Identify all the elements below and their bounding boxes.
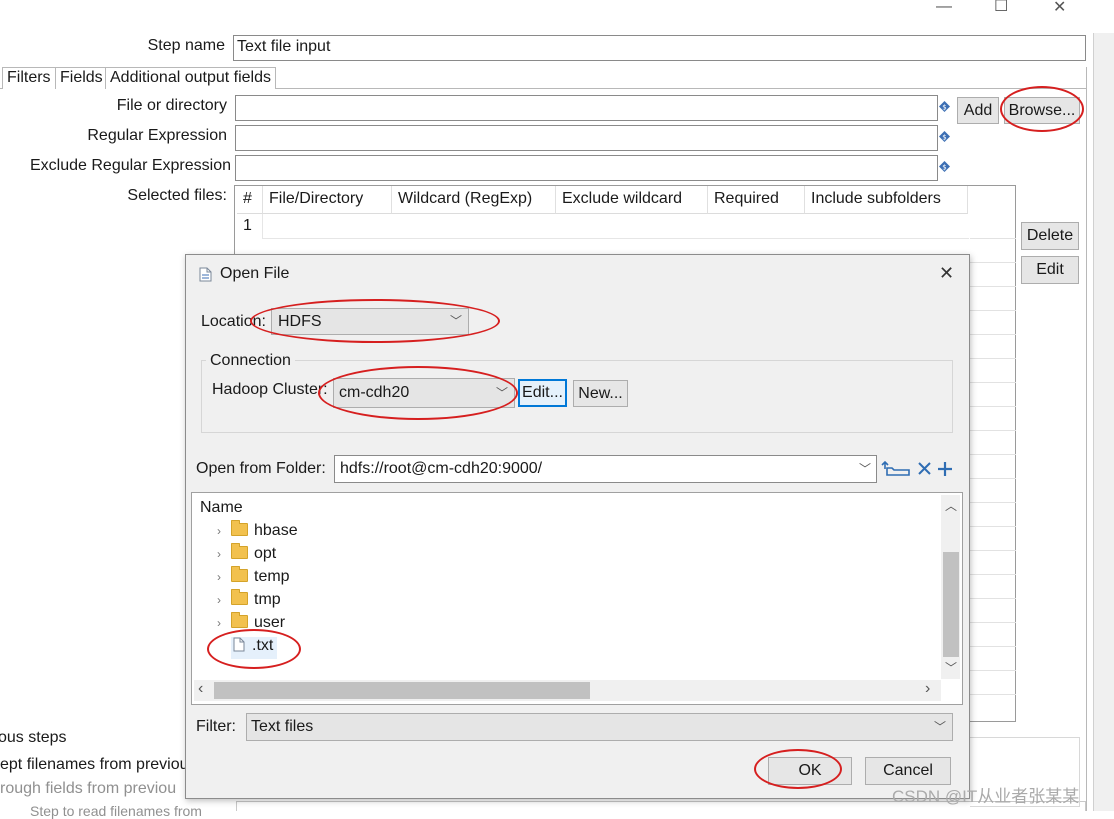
edit-button[interactable]: Edit [1021,256,1079,284]
up-folder-icon[interactable] [881,459,911,478]
vertical-scroll-thumb[interactable] [943,552,959,657]
hadoop-cluster-select[interactable]: cm-cdh20 ﹀ [333,378,515,408]
tree-item-folder[interactable]: › user [217,612,286,636]
delete-icon[interactable] [917,461,932,476]
chevron-down-icon: ﹀ [933,720,946,734]
ok-button[interactable]: OK [768,757,852,785]
chevron-down-icon: ﹀ [449,314,462,328]
outer-scroll-area [1093,33,1114,811]
watermark: CSDN @IT从业者张某某 [892,787,1080,806]
tab-additional-output-fields[interactable]: Additional output fields [105,67,276,89]
add-folder-icon[interactable] [937,461,953,477]
folder-icon [231,566,248,582]
row-number: 1 [243,217,252,234]
tab-fields[interactable]: Fields [55,67,108,89]
cluster-edit-button[interactable]: Edit... [518,379,567,407]
tree-item-file[interactable]: .txt [231,637,278,659]
svg-text:$: $ [942,164,946,172]
horizontal-scroll-thumb[interactable] [214,682,590,699]
location-value: HDFS [278,313,322,330]
browse-button[interactable]: Browse... [1004,97,1080,124]
filter-select[interactable]: Text files ﹀ [246,713,953,741]
regex-label: Regular Expression [87,127,227,144]
svg-text:$: $ [942,104,946,112]
folder-path-input[interactable]: hdfs://root@cm-cdh20:9000/ ﹀ [334,455,877,483]
folder-icon [231,589,248,605]
folder-path-value: hdfs://root@cm-cdh20:9000/ [340,460,543,477]
column-header[interactable]: # [237,186,263,214]
variable-icon[interactable]: $ [939,101,950,112]
column-header[interactable]: Required [707,186,804,214]
tree-name-header[interactable]: Name [200,499,243,517]
tree-item-folder[interactable]: › tmp [217,589,281,613]
scroll-left-icon[interactable]: ‹ [198,680,203,698]
exclude-regex-input[interactable] [235,155,938,181]
step-to-read-label: Step to read filenames from [30,803,202,819]
table-row[interactable] [262,214,969,239]
previous-steps-group-label: ous steps [0,729,67,746]
step-name-label: Step name [147,37,225,54]
filter-value: Text files [251,718,314,735]
location-select[interactable]: HDFS ﹀ [271,308,469,335]
tree-item-label: tmp [254,591,281,608]
scroll-up-icon[interactable]: ︿ [945,497,957,514]
tree-item-label: user [254,614,286,631]
chevron-right-icon[interactable]: › [217,593,231,607]
variable-icon[interactable]: $ [939,161,950,172]
file-icon [199,267,212,282]
column-header[interactable]: Include subfolders [804,186,968,214]
chevron-right-icon[interactable]: › [217,524,231,538]
hadoop-cluster-label: Hadoop Cluster: [212,381,328,398]
step-name-input[interactable]: Text file input [233,35,1086,61]
location-label: Location: [201,313,266,330]
tree-item-label: temp [254,568,290,585]
column-header[interactable]: File/Directory [262,186,391,214]
file-icon [233,637,245,652]
connection-legend: Connection [206,352,295,370]
chevron-right-icon[interactable]: › [217,547,231,561]
exclude-regex-label: Exclude Regular Expression [30,157,231,174]
chevron-down-icon[interactable]: ﹀ [859,460,871,477]
maximize-button[interactable]: ☐ [994,0,1008,16]
svg-text:$: $ [942,134,946,142]
chevron-down-icon: ﹀ [495,386,508,400]
tree-item-label: opt [254,545,277,562]
folder-icon [231,612,248,628]
chevron-right-icon[interactable]: › [217,570,231,584]
file-or-directory-label: File or directory [116,97,227,114]
tree-item-folder[interactable]: › temp [217,566,290,590]
folder-icon [231,520,248,536]
scroll-down-icon[interactable]: ﹀ [945,659,957,676]
file-or-directory-input[interactable] [235,95,938,121]
cancel-button[interactable]: Cancel [865,757,951,785]
scroll-right-icon[interactable]: › [925,680,930,698]
regex-input[interactable] [235,125,938,151]
delete-button[interactable]: Delete [1021,222,1079,250]
tree-item-label: .txt [252,637,274,654]
column-header[interactable]: Exclude wildcard [555,186,707,214]
tree-item-label: hbase [254,522,298,539]
accept-filenames-label: ept filenames from previou [0,756,189,773]
filter-label: Filter: [196,718,236,735]
tree-item-folder[interactable]: › hbase [217,520,298,544]
dialog-close-button[interactable]: ✕ [939,263,954,284]
variable-icon[interactable]: $ [939,131,950,142]
add-button[interactable]: Add [957,97,999,124]
tree-item-folder[interactable]: › opt [217,543,277,567]
open-from-folder-label: Open from Folder: [196,460,326,477]
hadoop-cluster-value: cm-cdh20 [339,384,410,401]
selected-files-label: Selected files: [127,187,227,204]
tab-filters[interactable]: Filters [2,67,56,89]
minimize-button[interactable]: — [936,0,952,16]
file-browser-tree[interactable] [191,492,963,705]
chevron-right-icon[interactable]: › [217,616,231,630]
pass-through-label: rough fields from previou [0,780,177,797]
cluster-new-button[interactable]: New... [573,380,628,407]
column-header[interactable]: Wildcard (RegExp) [391,186,555,214]
dialog-title: Open File [220,265,290,282]
panel-right-border [1086,67,1087,811]
close-window-button[interactable]: ✕ [1053,0,1066,17]
folder-icon [231,543,248,559]
